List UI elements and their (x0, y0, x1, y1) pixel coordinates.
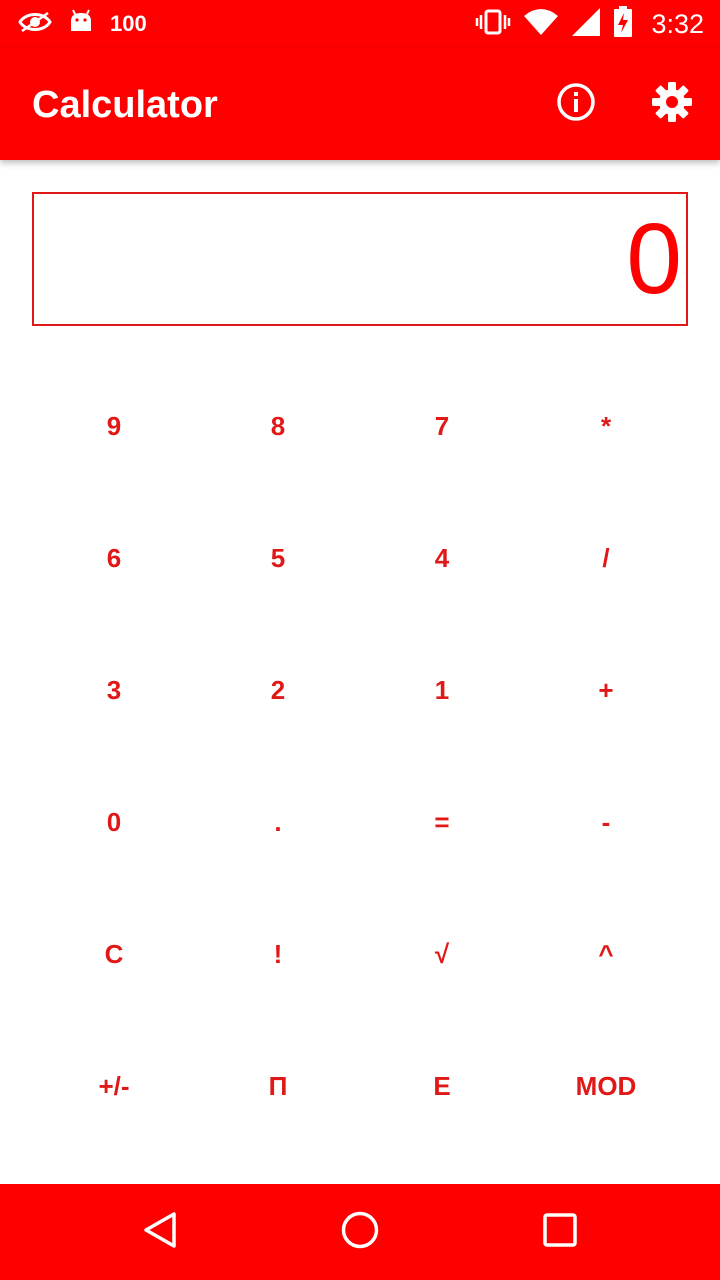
android-notification-icon (68, 9, 94, 39)
battery-charging-icon (613, 6, 633, 42)
key-clear[interactable]: C (32, 888, 196, 1020)
key-subtract[interactable]: - (524, 756, 688, 888)
info-icon (555, 81, 597, 127)
keypad: 9 8 7 * 6 5 4 / 3 2 1 + 0 . = - C ! √ ^ … (32, 360, 688, 1152)
key-9[interactable]: 9 (32, 360, 196, 492)
key-power[interactable]: ^ (524, 888, 688, 1020)
key-2[interactable]: 2 (196, 624, 360, 756)
info-button[interactable] (554, 82, 598, 126)
key-toggle-sign[interactable]: +/- (32, 1020, 196, 1152)
recents-button[interactable] (536, 1208, 584, 1256)
status-bar-right: 3:32 (475, 6, 704, 42)
navigation-bar (0, 1184, 720, 1280)
settings-button[interactable] (650, 82, 694, 126)
signal-icon (571, 7, 601, 41)
display-value: 0 (626, 203, 682, 315)
vibrate-icon (475, 8, 511, 40)
key-modulo[interactable]: MOD (524, 1020, 688, 1152)
home-button[interactable] (336, 1208, 384, 1256)
key-factorial[interactable]: ! (196, 888, 360, 1020)
back-button[interactable] (136, 1208, 184, 1256)
notification-count: 100 (110, 11, 147, 36)
app-bar: Calculator (0, 48, 720, 160)
eye-notification-icon (18, 9, 52, 39)
status-bar-left: 100 (18, 8, 147, 40)
key-equals[interactable]: = (360, 756, 524, 888)
recents-icon (540, 1210, 580, 1254)
key-add[interactable]: + (524, 624, 688, 756)
settings-gear-icon (651, 81, 693, 127)
key-3[interactable]: 3 (32, 624, 196, 756)
key-8[interactable]: 8 (196, 360, 360, 492)
key-divide[interactable]: / (524, 492, 688, 624)
key-multiply[interactable]: * (524, 360, 688, 492)
key-euler[interactable]: E (360, 1020, 524, 1152)
result-display: 0 (32, 192, 688, 326)
key-5[interactable]: 5 (196, 492, 360, 624)
key-decimal[interactable]: . (196, 756, 360, 888)
key-4[interactable]: 4 (360, 492, 524, 624)
back-icon (140, 1210, 180, 1254)
wifi-icon (523, 8, 559, 40)
clock-time: 3:32 (651, 8, 704, 39)
status-bar: 100 3:32 (0, 0, 720, 48)
key-0[interactable]: 0 (32, 756, 196, 888)
key-1[interactable]: 1 (360, 624, 524, 756)
key-7[interactable]: 7 (360, 360, 524, 492)
app-title: Calculator (32, 84, 218, 126)
key-pi[interactable]: Π (196, 1020, 360, 1152)
home-icon (340, 1210, 380, 1254)
key-square-root[interactable]: √ (360, 888, 524, 1020)
key-6[interactable]: 6 (32, 492, 196, 624)
